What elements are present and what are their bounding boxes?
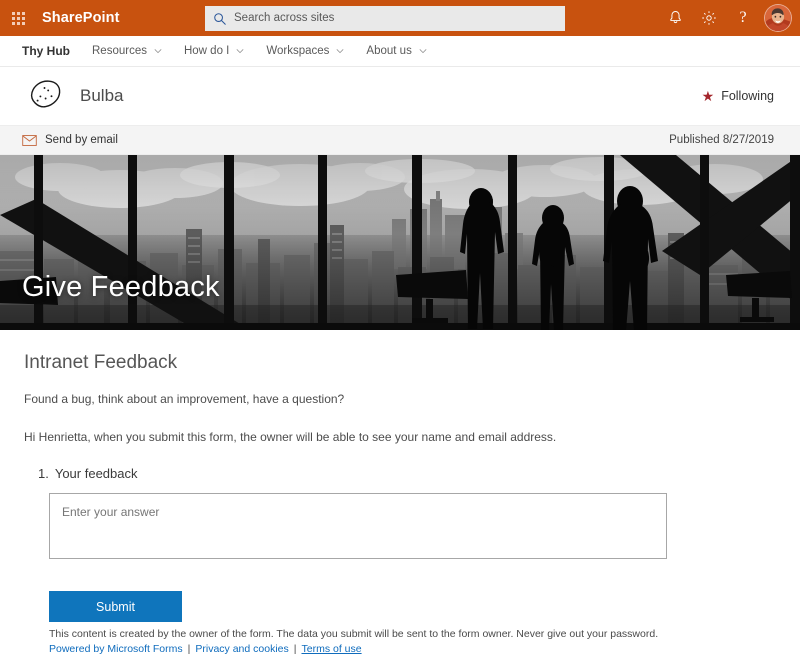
suite-bar-actions: ? bbox=[658, 0, 796, 36]
nav-item-label: Workspaces bbox=[266, 45, 329, 57]
gear-glyph bbox=[701, 10, 717, 26]
search-input[interactable]: Search across sites bbox=[205, 6, 565, 31]
gear-icon[interactable] bbox=[692, 0, 726, 36]
avatar-photo bbox=[765, 5, 791, 31]
potato-logo-glyph bbox=[23, 77, 67, 115]
command-bar: Send by email Published 8/27/2019 bbox=[0, 125, 800, 155]
chevron-down-icon bbox=[154, 47, 162, 55]
bell-glyph bbox=[668, 10, 683, 26]
following-button[interactable]: ★ Following bbox=[702, 89, 774, 103]
site-navigation: Thy Hub Resources How do I Workspaces Ab… bbox=[0, 36, 800, 67]
send-by-email-button[interactable]: Send by email bbox=[22, 134, 118, 146]
search-placeholder: Search across sites bbox=[234, 13, 334, 25]
powered-by-microsoft-forms-link[interactable]: Powered by Microsoft Forms bbox=[49, 643, 183, 655]
envelope-icon bbox=[22, 135, 37, 146]
nav-item-about-us[interactable]: About us bbox=[366, 45, 426, 57]
chevron-down-icon bbox=[236, 47, 244, 55]
chevron-down-icon bbox=[419, 47, 427, 55]
terms-of-use-link[interactable]: Terms of use bbox=[301, 643, 361, 655]
potato-logo-icon[interactable] bbox=[22, 76, 68, 116]
hero-banner: Give Feedback bbox=[0, 155, 800, 330]
form-privacy-note: Hi Henrietta, when you submit this form,… bbox=[24, 430, 778, 444]
waffle-grid bbox=[12, 12, 25, 25]
nav-item-resources[interactable]: Resources bbox=[92, 45, 162, 57]
form-body: Intranet Feedback Found a bug, think abo… bbox=[0, 330, 800, 665]
privacy-and-cookies-link[interactable]: Privacy and cookies bbox=[195, 643, 288, 655]
nav-item-how-do-i[interactable]: How do I bbox=[184, 45, 244, 57]
avatar-image bbox=[764, 4, 792, 32]
avatar[interactable] bbox=[760, 0, 796, 36]
site-header: Bulba ★ Following bbox=[0, 67, 800, 125]
footer-separator: | bbox=[294, 643, 297, 655]
nav-item-label: About us bbox=[366, 45, 411, 57]
footer-separator: | bbox=[188, 643, 191, 655]
form-subtitle: Found a bug, think about an improvement,… bbox=[24, 392, 778, 406]
sharepoint-brand-link[interactable]: SharePoint bbox=[42, 10, 120, 26]
search-icon bbox=[213, 12, 227, 26]
chevron-down-icon bbox=[336, 47, 344, 55]
star-filled-icon: ★ bbox=[702, 89, 715, 103]
feedback-answer-input[interactable] bbox=[49, 493, 667, 559]
form-footer: This content is created by the owner of … bbox=[49, 628, 778, 665]
form-disclaimer: This content is created by the owner of … bbox=[49, 628, 778, 640]
nav-item-label: How do I bbox=[184, 45, 229, 57]
nav-item-workspaces[interactable]: Workspaces bbox=[266, 45, 344, 57]
footer-links: Powered by Microsoft Forms | Privacy and… bbox=[49, 643, 778, 655]
bell-icon[interactable] bbox=[658, 0, 692, 36]
submit-button[interactable]: Submit bbox=[49, 591, 182, 622]
nav-hub-link[interactable]: Thy Hub bbox=[22, 44, 70, 58]
help-glyph: ? bbox=[739, 10, 746, 26]
question-1: 1. Your feedback bbox=[38, 466, 778, 481]
suite-bar: SharePoint Search across sites ? bbox=[0, 0, 800, 36]
hero-title: Give Feedback bbox=[22, 271, 220, 304]
question-number: 1. bbox=[38, 466, 49, 481]
published-date: Published 8/27/2019 bbox=[669, 134, 774, 146]
app-launcher-waffle-icon[interactable] bbox=[0, 0, 36, 36]
nav-item-label: Resources bbox=[92, 45, 147, 57]
submit-row: Submit bbox=[49, 591, 778, 622]
question-mark-icon[interactable]: ? bbox=[726, 0, 760, 36]
site-title[interactable]: Bulba bbox=[80, 86, 123, 106]
following-label: Following bbox=[721, 89, 774, 103]
form-title: Intranet Feedback bbox=[24, 352, 778, 374]
question-label: Your feedback bbox=[55, 466, 138, 481]
send-by-email-label: Send by email bbox=[45, 134, 118, 146]
